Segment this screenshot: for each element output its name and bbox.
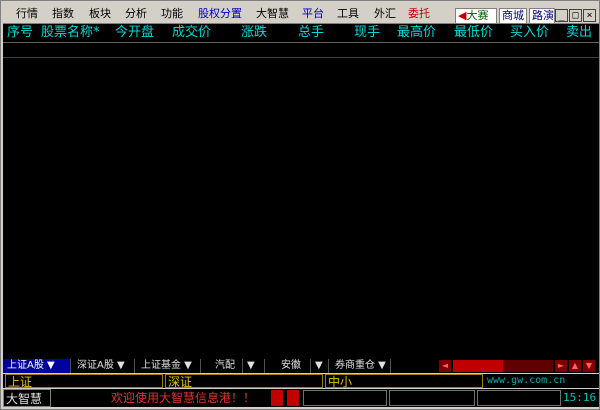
- col-bid[interactable]: 买入价: [510, 25, 549, 41]
- col-last[interactable]: 成交价: [172, 25, 211, 41]
- col-name[interactable]: 股票名称*: [41, 25, 100, 41]
- tab-anhui-dropdown[interactable]: ▼: [311, 359, 329, 373]
- app-window: 行情 指数 板块 分析 功能 股权分置 大智慧 平台 工具 外汇 委托 ◀大赛 …: [0, 0, 600, 410]
- roadshow-button[interactable]: 路演: [529, 8, 555, 24]
- market-tabs: 上证A股 ▼ 深证A股 ▼ 上证基金 ▼ 汽配 ▼ 安徽 ▼ 券商重仓 ▼ ◄ …: [3, 359, 599, 373]
- row-divider: [3, 57, 599, 58]
- tab-anhui[interactable]: 安徽: [267, 359, 311, 373]
- trend-meter: [389, 390, 475, 406]
- header-divider: [3, 42, 599, 43]
- tab-auto-parts[interactable]: 汽配: [203, 359, 243, 373]
- tab-sh-a[interactable]: 上证A股 ▼: [3, 359, 71, 373]
- menu-analysis[interactable]: 分析: [125, 7, 147, 21]
- website-url[interactable]: www.gw.com.cn: [487, 374, 565, 388]
- scroll-left-icon[interactable]: ◄: [439, 360, 451, 372]
- menu-tools[interactable]: 工具: [337, 7, 359, 21]
- close-icon[interactable]: ×: [583, 9, 596, 22]
- menu-trade[interactable]: 委托: [408, 7, 430, 21]
- tab-sh-fund[interactable]: 上证基金 ▼: [137, 359, 201, 373]
- col-low[interactable]: 最低价: [454, 25, 493, 41]
- restore-icon[interactable]: □: [569, 9, 582, 22]
- quote-table: 序号 股票名称* 今开盘 成交价 涨跌 总手 现手 最高价 最低价 买入价 卖出: [3, 23, 599, 359]
- dzh-label: 大智慧: [3, 389, 51, 407]
- scroll-down-icon[interactable]: ▼: [583, 360, 595, 372]
- menu-platform[interactable]: 平台: [302, 7, 324, 21]
- col-ask[interactable]: 卖出: [566, 25, 592, 41]
- col-cur-volume[interactable]: 现手: [354, 25, 380, 41]
- menu-sector[interactable]: 板块: [89, 7, 111, 21]
- menu-functions[interactable]: 功能: [161, 7, 183, 21]
- volume-meter: [303, 390, 387, 406]
- contest-label: 大赛: [466, 9, 489, 22]
- menu-quotes[interactable]: 行情: [16, 7, 38, 21]
- clock: 15:16: [563, 391, 597, 404]
- alert-indicator: [271, 390, 283, 406]
- minimize-icon[interactable]: _: [555, 9, 568, 22]
- index-sme[interactable]: 中小: [325, 374, 483, 389]
- col-high[interactable]: 最高价: [397, 25, 436, 41]
- menu-share-reform[interactable]: 股权分置: [198, 7, 242, 21]
- mall-button[interactable]: 商城: [499, 8, 527, 24]
- flow-meter: [477, 390, 561, 406]
- tab-sz-a[interactable]: 深证A股 ▼: [73, 359, 135, 373]
- tab-broker-holdings[interactable]: 券商重仓 ▼: [331, 359, 391, 373]
- tab-scrollbar-thumb[interactable]: [453, 360, 503, 372]
- menu-index[interactable]: 指数: [52, 7, 74, 21]
- scroll-up-icon[interactable]: ▲: [569, 360, 581, 372]
- tab-auto-parts-dropdown[interactable]: ▼: [243, 359, 265, 373]
- col-open[interactable]: 今开盘: [115, 25, 154, 41]
- col-change[interactable]: 涨跌: [241, 25, 267, 41]
- index-strip: 上证 深证 中小 www.gw.com.cn: [3, 374, 599, 389]
- menu-bar: 行情 指数 板块 分析 功能 股权分置 大智慧 平台 工具 外汇 委托 ◀大赛 …: [2, 5, 600, 25]
- menu-dzh[interactable]: 大智慧: [256, 7, 289, 21]
- col-seq[interactable]: 序号: [7, 25, 33, 41]
- scroll-right-icon[interactable]: ►: [555, 360, 567, 372]
- col-volume[interactable]: 总手: [298, 25, 324, 41]
- alert-indicator-2: [287, 390, 299, 406]
- index-shenzhen[interactable]: 深证: [165, 374, 323, 389]
- news-ticker[interactable]: 欢迎使用大智慧信息港！！: [111, 389, 255, 407]
- index-shanghai[interactable]: 上证: [5, 374, 163, 389]
- status-bar: 大智慧 欢迎使用大智慧信息港！！ 15:16: [3, 389, 599, 407]
- contest-button[interactable]: ◀大赛: [455, 8, 497, 24]
- table-header: 序号 股票名称* 今开盘 成交价 涨跌 总手 现手 最高价 最低价 买入价 卖出: [3, 24, 599, 42]
- menu-forex[interactable]: 外汇: [374, 7, 396, 21]
